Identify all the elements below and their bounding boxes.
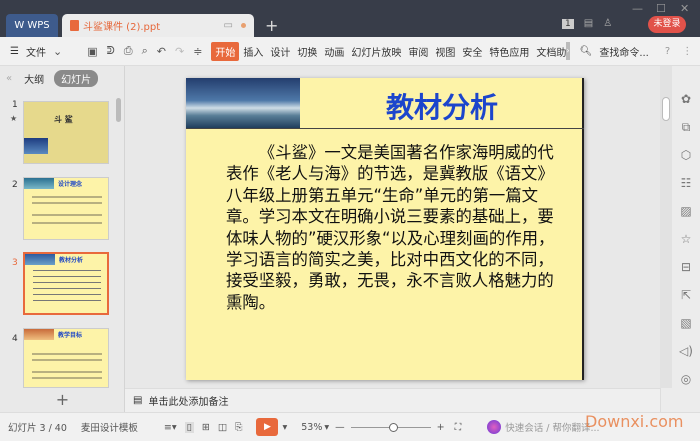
audio-icon[interactable]: ◁) [676,344,696,358]
document-tab[interactable]: 斗鲨课件 (2).ppt ▭ [62,14,254,37]
sea-image [186,78,300,128]
thumb-image [24,329,54,340]
window-count-badge[interactable]: 1 [562,18,574,29]
reading-view-icon[interactable]: ◫ [218,422,227,433]
tab-doc-assistant[interactable]: 文档助 [536,44,566,59]
slide-canvas[interactable]: 教材分析 《斗鲨》一文是美国著名作家海明威的代表作《老人与海》的节选，是冀教版《… [186,78,584,380]
menu-icon[interactable]: ☰ [10,46,19,57]
undo-icon[interactable]: ↶ [157,45,166,58]
design-icon[interactable]: ✿ [676,92,696,106]
slide-thumbnail-4[interactable]: 教学目标 [23,328,109,388]
thumb-number: 2 [12,180,18,190]
archive-icon[interactable]: ⊟ [676,260,696,274]
zoom-level[interactable]: 53% [301,422,322,433]
thumb-image [24,138,48,154]
slide-title[interactable]: 教材分析 [300,86,584,126]
template-name[interactable]: 麦田设计模板 [81,420,138,434]
tab-start[interactable]: 开始 [211,41,240,61]
thumb-number: 3 [12,258,18,268]
play-options-icon[interactable]: ▾ [282,422,287,433]
assistant-orb-icon[interactable] [487,420,502,434]
ribbon-toolbar: ☰ 文件 ⌄ ▣ ᕲ ⎙ ⌕ ↶ ↷ ≑ 开始 插入 设计 切换 动画 幻灯片放… [0,37,700,66]
thumb-image [24,178,54,189]
star-icon: ★ [10,114,18,123]
normal-view-icon[interactable]: ▯ [184,421,194,433]
image-icon[interactable]: ▧ [676,316,696,330]
tab-security[interactable]: 安全 [462,44,482,59]
wps-home-tab[interactable]: W WPS [6,14,58,37]
maximize-button[interactable]: ☐ [656,2,666,15]
more-tabs-arrow[interactable]: › [566,42,570,60]
slide-counter: 幻灯片 3 / 40 [8,423,67,434]
save-icon[interactable]: ▣ [87,45,97,58]
shapes-icon[interactable]: ⬡ [676,148,696,162]
ppt-file-icon [70,20,79,31]
command-search[interactable]: 查找命令... [599,44,649,59]
settings-icon[interactable]: ◎ [676,372,696,386]
document-icon[interactable]: ▤ [584,18,593,29]
tab-design[interactable]: 设计 [270,44,290,59]
format-painter-icon[interactable]: ᕲ [107,44,115,58]
slide-thumbnail-1[interactable]: 斗 鲨 [23,101,109,164]
title-divider [186,128,584,129]
minimize-button[interactable]: — [632,2,643,15]
share-icon[interactable]: ⇱ [676,288,696,302]
notes-placeholder[interactable]: 单击此处添加备注 [148,393,228,408]
play-slideshow-button[interactable]: ▶ [256,418,279,436]
search-icon[interactable]: 🔍︎ [580,46,593,57]
tab-slideshow[interactable]: 幻灯片放映 [351,44,401,59]
slides-layout-icon[interactable]: ⧉ [676,120,696,135]
document-tab-label: 斗鲨课件 (2).ppt [83,22,161,33]
outline-tab[interactable]: 大纲 [24,71,44,86]
tab-view[interactable]: 视图 [435,44,455,59]
tab-review[interactable]: 审阅 [408,44,428,59]
print-icon[interactable]: ⎙ [124,44,133,58]
presenter-icon[interactable]: ⎘ [235,422,243,433]
zoom-in-button[interactable]: + [437,422,445,433]
slide-thumbnail-3[interactable]: 教材分析 [23,252,109,315]
zoom-slider[interactable] [350,422,431,432]
thumb-number: 4 [12,334,18,344]
redo-icon[interactable]: ↷ [175,45,184,58]
zoom-out-button[interactable]: — [335,422,345,433]
more-button[interactable]: ⋮ [682,46,692,57]
properties-icon[interactable]: ☷ [676,176,696,190]
chevron-down-icon[interactable]: ⌄ [53,45,62,58]
slide-body-text[interactable]: 《斗鲨》一文是美国著名作家海明威的代表作《老人与海》的节选，是冀教版《语文》八年… [226,142,561,313]
tab-insert[interactable]: 插入 [243,44,263,59]
slide-thumbnail-2[interactable]: 设计理念 [23,177,109,240]
unsaved-dot-icon [241,23,246,28]
add-slide-button[interactable]: + [0,388,125,412]
scrollbar-thumb[interactable] [662,97,670,121]
zoom-dropdown-icon[interactable]: ▾ [324,422,329,433]
watermark: Downxi.com [585,412,684,431]
skin-icon[interactable]: ♙ [603,18,612,29]
customize-icon[interactable]: ≑ [193,45,202,58]
thumb-number: 1 [12,100,18,110]
monitor-icon[interactable]: ▭ [224,20,233,31]
thumbnail-scrollbar[interactable] [116,98,121,122]
login-button[interactable]: 未登录 [648,16,686,33]
wps-logo-icon: W [14,20,25,31]
collapse-panel-icon[interactable]: « [6,73,12,84]
help-button[interactable]: ? [665,46,670,57]
tab-transition[interactable]: 切换 [297,44,317,59]
tab-animation[interactable]: 动画 [324,44,344,59]
thumb-image [25,254,55,265]
slides-tab[interactable]: 幻灯片 [54,69,99,87]
slide-sorter-icon[interactable]: ⊞ [202,422,210,433]
notes-toggle-icon[interactable]: ≡▾ [164,422,177,433]
zoom-slider-knob[interactable] [388,422,398,432]
new-tab-button[interactable]: + [265,16,278,35]
star-icon[interactable]: ☆ [676,232,696,246]
file-menu[interactable]: 文件 [26,44,46,59]
notes-bar[interactable]: ▤ 单击此处添加备注 [125,388,660,412]
gallery-icon[interactable]: ▨ [676,204,696,218]
close-button[interactable]: ✕ [680,2,689,15]
print-preview-icon[interactable]: ⌕ [142,44,148,58]
tab-special-apps[interactable]: 特色应用 [489,44,529,59]
note-icon: ▤ [133,395,143,406]
fit-window-icon[interactable]: ⛶ [455,422,462,433]
